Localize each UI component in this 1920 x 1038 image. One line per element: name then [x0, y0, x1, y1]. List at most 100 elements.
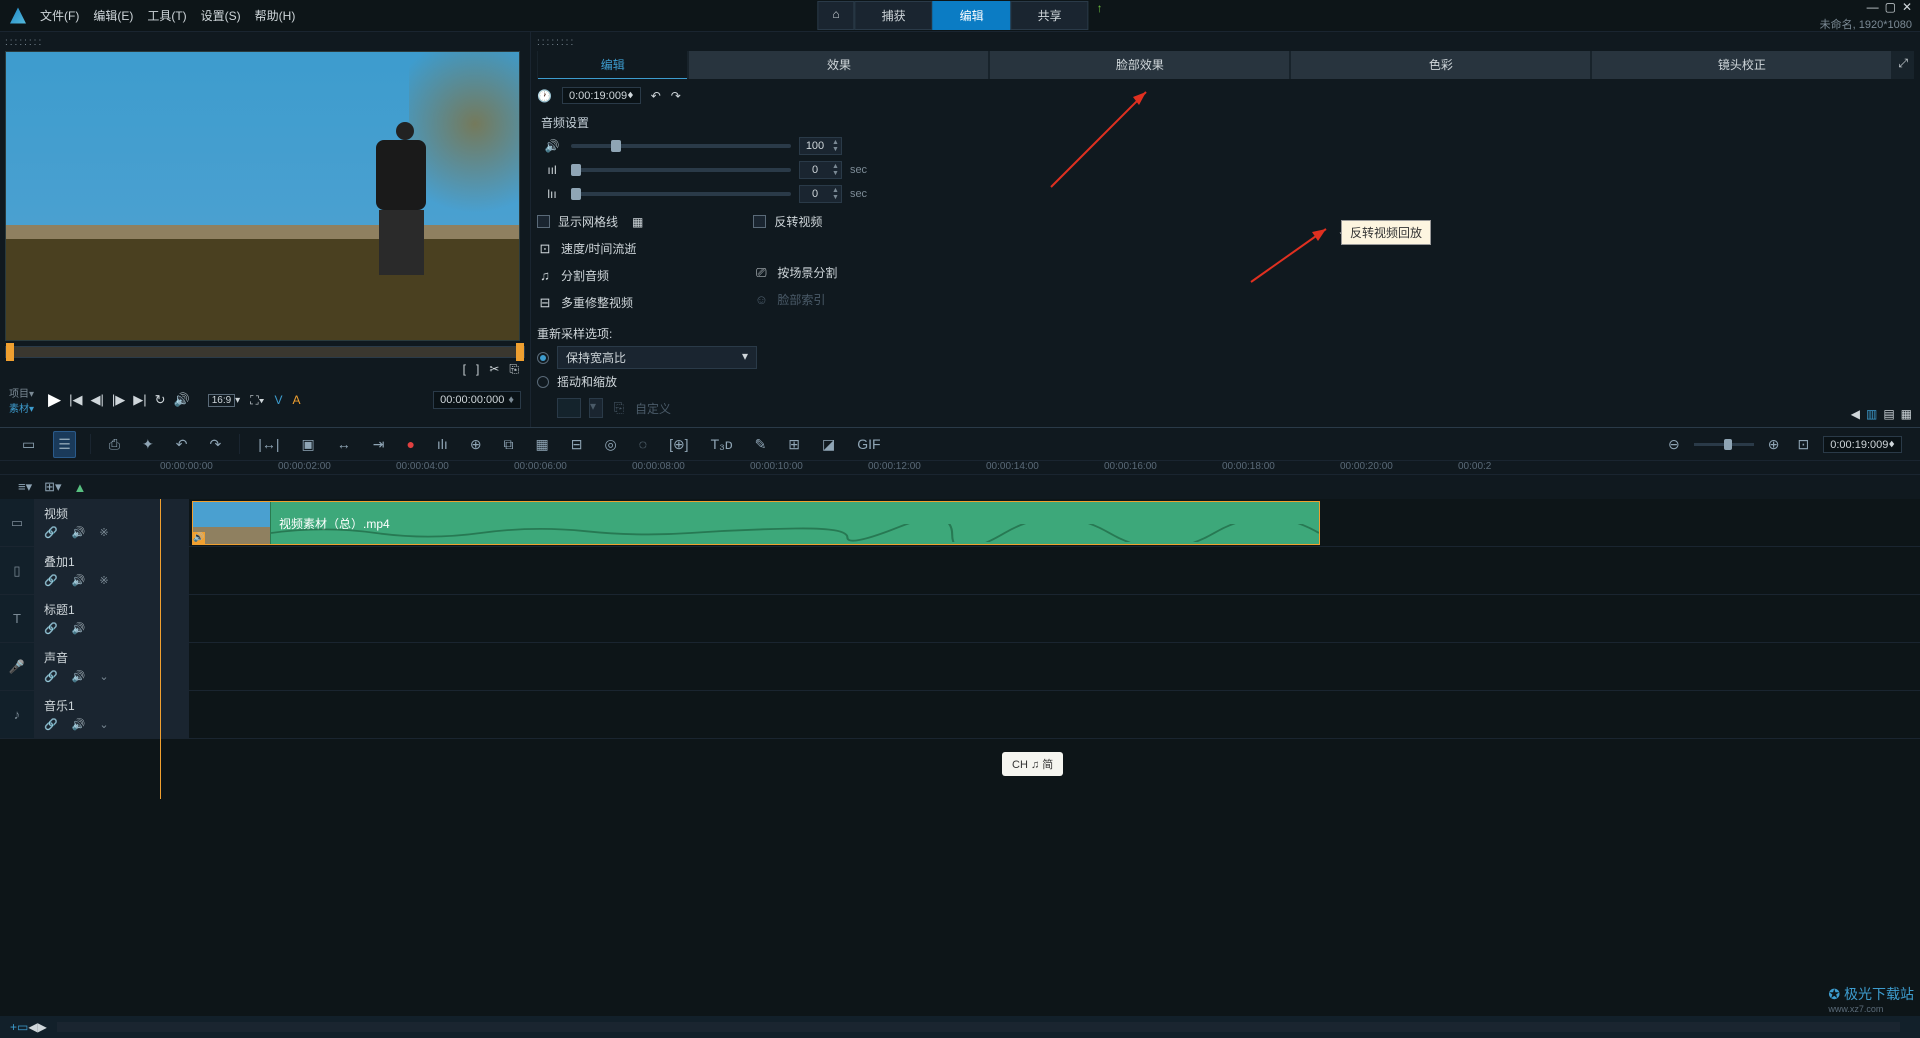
add-track-button[interactable]: +▭	[10, 1020, 28, 1034]
zoom-slider[interactable]	[1694, 443, 1754, 446]
track-up-button[interactable]: ▲	[74, 480, 87, 495]
track-fx-icon[interactable]: ※	[99, 526, 108, 539]
track-mute-icon[interactable]: 🔊	[72, 718, 86, 731]
volume-slider[interactable]	[571, 144, 791, 148]
track-link-icon[interactable]: 🔗	[44, 574, 58, 587]
panel-layout1-icon[interactable]: ▥	[1866, 407, 1877, 421]
scroll-left-button[interactable]: ◀	[28, 1020, 37, 1034]
tool-3d-button[interactable]: ▦	[532, 432, 553, 457]
drag-handle-icon[interactable]: ::::::::	[5, 37, 525, 48]
panel-layout3-icon[interactable]: ▦	[1901, 407, 1912, 421]
track-expand-icon[interactable]: ⌄	[99, 670, 108, 683]
menu-file[interactable]: 文件(F)	[40, 7, 79, 24]
opt-tab-face[interactable]: 脸部效果	[990, 51, 1289, 79]
tool-stretch-button[interactable]: ↔	[333, 432, 355, 456]
track-link-icon[interactable]: 🔗	[44, 670, 58, 683]
tool-trim-button[interactable]: |↔|	[254, 432, 283, 456]
redo-rotate-icon[interactable]: ↷	[671, 89, 681, 103]
multi-trim-button[interactable]: ⊟多重修整视频	[537, 294, 643, 311]
split-by-scene-button[interactable]: ⎚按场景分割	[753, 264, 837, 281]
title-track-icon[interactable]: T	[0, 595, 34, 642]
maximize-button[interactable]: ▢	[1885, 0, 1896, 14]
project-mode-label[interactable]: 项目▾	[9, 385, 34, 400]
menu-tools[interactable]: 工具(T)	[147, 7, 186, 24]
go-start-button[interactable]: |◀	[69, 392, 82, 408]
speed-time-button[interactable]: ⊡速度/时间流逝	[537, 240, 643, 257]
aspect-dropdown[interactable]: 保持宽高比▾	[557, 346, 757, 369]
timeline-ruler[interactable]: 00:00:00:00 00:00:02:00 00:00:04:00 00:0…	[0, 461, 1920, 475]
playhead[interactable]	[160, 499, 161, 799]
menu-settings[interactable]: 设置(S)	[201, 7, 241, 24]
fadeout-slider[interactable]	[571, 192, 791, 196]
tab-home[interactable]: ⌂	[817, 1, 854, 30]
track-mute-icon[interactable]: 🔊	[72, 526, 86, 539]
tab-share[interactable]: 共享	[1011, 1, 1089, 30]
undo-rotate-icon[interactable]: ↶	[651, 89, 661, 103]
tool-subtitle-button[interactable]: ⊟	[567, 432, 587, 457]
storyboard-view-button[interactable]: ▭	[18, 432, 39, 457]
tool-tracking-button[interactable]: ◎	[601, 432, 621, 457]
menu-help[interactable]: 帮助(H)	[255, 7, 296, 24]
a-toggle[interactable]: A	[292, 393, 300, 407]
video-preview[interactable]	[5, 51, 520, 341]
music-track-icon[interactable]: ♪	[0, 691, 34, 738]
preview-timecode[interactable]: 00:00:00:000♦	[433, 391, 521, 409]
track-mute-icon[interactable]: 🔊	[72, 670, 86, 683]
clip-mode-label[interactable]: 素材▾	[9, 400, 34, 415]
resize-icon[interactable]: ⛶▾	[250, 393, 264, 408]
tool-gif-button[interactable]: GIF	[853, 432, 884, 456]
tool-chroma-button[interactable]: ✎	[751, 432, 771, 457]
opt-tab-color[interactable]: 色彩	[1291, 51, 1590, 79]
tool-pan-button[interactable]: ⇥	[369, 432, 389, 457]
prev-frame-button[interactable]: ◀|	[90, 392, 103, 408]
minimize-button[interactable]: —	[1867, 0, 1879, 14]
opt-tab-lens[interactable]: 镜头校正	[1592, 51, 1891, 79]
show-grid-checkbox[interactable]: 显示网格线 ▦	[537, 213, 643, 230]
fadein-slider[interactable]	[571, 168, 791, 172]
clip-duration[interactable]: 0:00:19:009♦	[562, 87, 641, 104]
scroll-right-button[interactable]: ▶	[38, 1020, 47, 1034]
track-link-icon[interactable]: 🔗	[44, 622, 58, 635]
trim-start-handle[interactable]	[6, 343, 14, 361]
tool-sync-button[interactable]: ⊕	[466, 432, 486, 457]
undo-button[interactable]: ↶	[172, 432, 192, 457]
reverse-video-checkbox[interactable]: 反转视频	[753, 213, 837, 230]
zoom-out-button[interactable]: ⊖	[1664, 432, 1684, 457]
tool-mask-button[interactable]: ◌	[635, 432, 651, 456]
redo-button[interactable]: ↷	[205, 432, 225, 457]
play-button[interactable]: ▶	[48, 390, 61, 410]
tab-edit[interactable]: 编辑	[933, 1, 1011, 30]
track-mute-icon[interactable]: 🔊	[72, 622, 86, 635]
zoom-in-button[interactable]: ⊕	[1764, 432, 1784, 457]
video-track-icon[interactable]: ▭	[0, 499, 34, 546]
pan-zoom-radio[interactable]	[537, 376, 549, 388]
tool-color-button[interactable]: ◪	[818, 432, 839, 457]
grid-icon[interactable]: ▦	[632, 215, 643, 229]
fadein-input[interactable]: ▲▼	[799, 161, 842, 179]
timeline-view-button[interactable]: ☰	[53, 431, 76, 458]
fadeout-input[interactable]: ▲▼	[799, 185, 842, 203]
overlay-track-icon[interactable]: ▯	[0, 547, 34, 594]
fit-timeline-button[interactable]: ⊡	[1794, 432, 1814, 457]
record-button[interactable]: ●	[402, 432, 418, 456]
opt-tab-fx[interactable]: 效果	[689, 51, 988, 79]
expand-button[interactable]: ⤢	[1892, 51, 1914, 79]
tool-3dtext-button[interactable]: T₃ᴅ	[707, 432, 737, 456]
volume-input[interactable]: ▲▼	[799, 137, 842, 155]
v-toggle[interactable]: V	[274, 393, 282, 407]
panel-layout2-icon[interactable]: ▤	[1883, 407, 1894, 421]
track-menu-button[interactable]: ≡▾	[18, 479, 32, 495]
volume-icon[interactable]: 🔊	[174, 392, 190, 408]
voice-track-icon[interactable]: 🎤	[0, 643, 34, 690]
tool-crop-button[interactable]: ▣	[297, 432, 318, 457]
go-end-button[interactable]: ▶|	[133, 392, 146, 408]
tool-motion-button[interactable]: [⊕]	[665, 432, 693, 457]
next-frame-button[interactable]: |▶	[112, 392, 125, 408]
track-link-icon[interactable]: 🔗	[44, 526, 58, 539]
timeline-timecode[interactable]: 0:00:19:009♦	[1823, 436, 1902, 453]
opt-tab-edit[interactable]: 编辑	[538, 51, 687, 79]
tool-audio-button[interactable]: ılı	[433, 432, 452, 456]
drag-handle-icon[interactable]: ::::::::	[537, 37, 1914, 48]
trim-bar[interactable]	[5, 346, 525, 358]
horizontal-scrollbar[interactable]	[57, 1022, 1900, 1032]
